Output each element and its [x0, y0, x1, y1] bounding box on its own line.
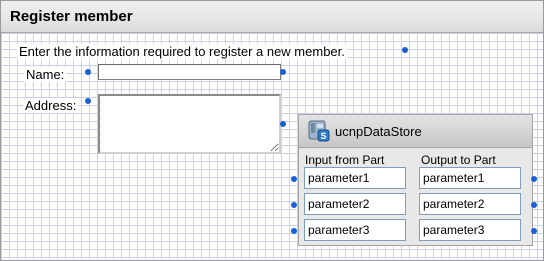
- input-connector-handle[interactable]: [291, 176, 297, 182]
- output-to-part-heading: Output to Part: [421, 153, 496, 167]
- input-connector-handle[interactable]: [291, 228, 297, 234]
- page-title-bar: Register member: [1, 1, 543, 33]
- connector-handle[interactable]: [280, 69, 286, 75]
- name-label: Name:: [24, 67, 67, 82]
- input-from-part-heading: Input from Part: [305, 153, 385, 167]
- name-field[interactable]: [98, 64, 281, 80]
- connector-handle[interactable]: [402, 47, 408, 53]
- address-label: Address:: [23, 98, 79, 113]
- part-header[interactable]: S ucnpDataStore: [299, 115, 532, 148]
- connector-handle[interactable]: [280, 121, 286, 127]
- output-parameter-field[interactable]: parameter1: [419, 167, 521, 189]
- address-field[interactable]: [98, 94, 281, 154]
- data-store-icon: S: [307, 119, 331, 143]
- design-canvas: Register member Enter the information re…: [0, 0, 544, 261]
- output-parameter-field[interactable]: parameter3: [419, 219, 521, 241]
- input-connector-handle[interactable]: [291, 202, 297, 208]
- output-connector-handle[interactable]: [531, 202, 537, 208]
- output-connector-handle[interactable]: [531, 228, 537, 234]
- input-parameter-field[interactable]: parameter2: [304, 193, 406, 215]
- input-parameter-field[interactable]: parameter3: [304, 219, 406, 241]
- connector-handle[interactable]: [85, 69, 91, 75]
- connector-handle[interactable]: [85, 98, 91, 104]
- part-title: ucnpDataStore: [335, 124, 422, 139]
- data-store-part[interactable]: S ucnpDataStore Input from Part Output t…: [298, 114, 533, 246]
- intro-text: Enter the information required to regist…: [17, 44, 347, 59]
- page-title: Register member: [10, 8, 133, 25]
- output-connector-handle[interactable]: [531, 176, 537, 182]
- svg-text:S: S: [320, 131, 326, 141]
- output-parameter-field[interactable]: parameter2: [419, 193, 521, 215]
- input-parameter-field[interactable]: parameter1: [304, 167, 406, 189]
